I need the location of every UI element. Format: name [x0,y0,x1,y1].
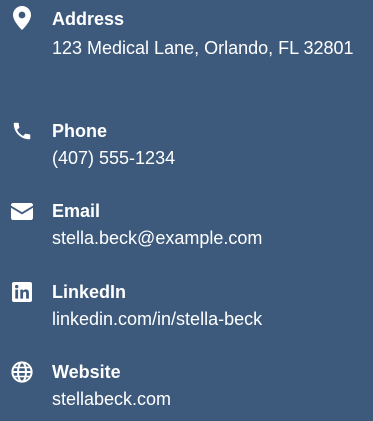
website-label: Website [52,362,121,382]
contact-info-list: Address 123 Medical Lane, Orlando, FL 32… [0,0,373,421]
website-link[interactable]: stellabeck.com [52,386,370,412]
email-label: Email [52,201,101,221]
globe-icon [10,360,34,384]
envelope-icon [10,199,34,223]
email-value[interactable]: stella.beck@example.com [52,228,262,248]
linkedin-link[interactable]: linkedin.com/in/stella-beck [52,306,370,332]
phone-icon [10,119,34,143]
map-pin-icon [10,6,34,30]
website-value[interactable]: stellabeck.com [52,389,171,409]
phone-value[interactable]: (407) 555-1234 [52,148,175,168]
linkedin-label: LinkedIn [52,282,127,302]
phone-label: Phone [52,121,108,141]
phone-link[interactable]: (407) 555-1234 [52,145,370,171]
address-label: Address [52,9,125,29]
linkedin-value[interactable]: linkedin.com/in/stella-beck [52,309,262,329]
linkedin-icon [10,280,34,304]
address-value: 123 Medical Lane, Orlando, FL 32801 [52,38,354,58]
email-link[interactable]: stella.beck@example.com [52,225,370,251]
